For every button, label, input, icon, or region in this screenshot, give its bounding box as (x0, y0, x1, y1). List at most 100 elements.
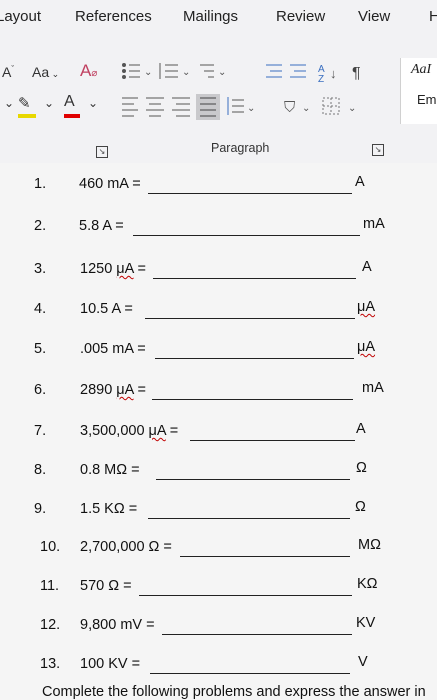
tab-help[interactable]: H (429, 8, 437, 25)
problem-row: 2. 5.8 A = mA (0, 214, 437, 244)
font-color-icon[interactable]: A (64, 93, 80, 118)
clear-formatting-icon[interactable]: A⌀ (80, 61, 97, 81)
numbering-icon (159, 63, 178, 79)
answer-blank-line[interactable] (180, 556, 350, 557)
text-effects-icon[interactable]: ⌄ (4, 96, 14, 110)
problem-number: 4. (34, 301, 47, 317)
expression-value: 2,700,000 Ω = (80, 539, 172, 555)
problem-expression: 100 KV = (80, 656, 140, 672)
answer-blank-line[interactable] (156, 479, 350, 480)
shading-icon: ⛉ (284, 99, 295, 116)
styles-gallery[interactable]: AaI Em (400, 58, 437, 124)
problem-row: 5. .005 mA = μA (0, 337, 437, 367)
answer-blank-line[interactable] (190, 440, 355, 441)
answer-unit: A (356, 421, 366, 437)
svg-text:⌄: ⌄ (302, 103, 310, 114)
expression-value: 570 Ω = (80, 578, 132, 594)
expression-value: 1.5 KΩ = (80, 501, 138, 517)
answer-unit: mA (363, 216, 385, 232)
instruction-text: Complete the following problems and expr… (42, 684, 426, 700)
problem-row: 8. 0.8 MΩ = Ω (0, 458, 437, 488)
problem-row: 7. 3,500,000 μA = A (0, 419, 437, 449)
expression-value: 2890 (80, 382, 117, 398)
change-case-button[interactable]: Aa ⌄ (32, 64, 59, 80)
answer-blank-line[interactable] (148, 518, 350, 519)
expression-value: 100 KV = (80, 656, 141, 672)
expression-value: .005 mA = (80, 341, 146, 357)
answer-blank-line[interactable] (145, 318, 355, 319)
answer-blank-line[interactable] (133, 235, 360, 236)
problem-row: 4. 10.5 A = μA (0, 297, 437, 327)
ribbon: Layout References Mailings Review View H… (0, 0, 437, 163)
answer-blank-line[interactable] (148, 193, 352, 194)
svg-text:⌄: ⌄ (348, 103, 356, 114)
font-dialog-launcher[interactable]: ↘ (96, 146, 108, 158)
answer-blank-line[interactable] (155, 358, 354, 359)
answer-unit: μA (357, 339, 376, 355)
problem-row: 13. 100 KV = V (0, 652, 437, 682)
paragraph-dialog-launcher[interactable]: ↘ (372, 144, 384, 156)
change-case-label: Aa (32, 64, 50, 80)
style-preview-1[interactable]: AaI (411, 62, 431, 78)
expression-value: 10.5 A = (80, 301, 133, 317)
grow-font-button[interactable]: Aˇ (2, 64, 14, 80)
tab-references[interactable]: References (75, 8, 152, 25)
expression-unit: μA (116, 261, 134, 277)
problem-expression: 1.5 KΩ = (80, 501, 137, 517)
svg-text:Z: Z (318, 74, 324, 84)
answer-blank-line[interactable] (153, 278, 356, 279)
highlight-icon[interactable]: ✎ (18, 94, 36, 118)
answer-unit: KV (356, 615, 376, 631)
expression-unit: μA (116, 382, 134, 398)
problem-row: 6. 2890 μA = mA (0, 378, 437, 408)
answer-unit: μA (357, 299, 376, 315)
svg-text:⌄: ⌄ (144, 67, 152, 78)
problem-number: 3. (34, 261, 47, 277)
borders-icon (322, 97, 340, 115)
decrease-indent-icon (266, 64, 282, 78)
problem-row: 11. 570 Ω = KΩ (0, 574, 437, 604)
answer-unit: mA (362, 380, 384, 396)
answer-blank-line[interactable] (152, 399, 353, 400)
problem-row: 12. 9,800 mV = KV (0, 613, 437, 643)
problem-row: 3. 1250 μA = A (0, 257, 437, 287)
expression-equals: = (133, 382, 147, 398)
svg-text:⌄: ⌄ (247, 103, 255, 114)
svg-text:⌄: ⌄ (218, 67, 226, 78)
problem-expression: 3,500,000 μA = (80, 423, 178, 439)
problem-expression: 5.8 A = (79, 218, 124, 234)
tab-review[interactable]: Review (276, 8, 325, 25)
problem-expression: 570 Ω = (80, 578, 132, 594)
problem-row: 10. 2,700,000 Ω = MΩ (0, 535, 437, 565)
answer-blank-line[interactable] (150, 673, 350, 674)
problem-number: 5. (34, 341, 47, 357)
expression-value: 1250 (80, 261, 117, 277)
paragraph-group-label: Paragraph (211, 141, 270, 155)
expression-value: 0.8 MΩ = (80, 462, 140, 478)
problem-number: 2. (34, 218, 47, 234)
multilevel-list-icon (200, 64, 214, 78)
problem-number: 9. (34, 501, 47, 517)
style-preview-2[interactable]: Em (417, 92, 437, 107)
expression-value: 9,800 mV = (80, 617, 155, 633)
problem-row: 1. 460 mA = A (0, 172, 437, 202)
problem-number: 13. (40, 656, 61, 672)
answer-blank-line[interactable] (162, 634, 352, 635)
tab-view[interactable]: View (358, 8, 390, 25)
expression-value: 460 mA = (79, 176, 141, 192)
problem-number: 6. (34, 382, 47, 398)
problem-number: 8. (34, 462, 47, 478)
tab-layout[interactable]: Layout (0, 8, 41, 25)
tab-mailings[interactable]: Mailings (183, 8, 238, 25)
problem-expression: 0.8 MΩ = (80, 462, 140, 478)
problem-number: 7. (34, 423, 47, 439)
bullets-icon (122, 63, 140, 79)
answer-unit: A (362, 259, 372, 275)
problem-expression: 2890 μA = (80, 382, 146, 398)
align-center-icon (146, 97, 164, 117)
expression-value: 3,500,000 (80, 423, 149, 439)
problem-row: 9. 1.5 KΩ = Ω (0, 497, 437, 527)
svg-text:⌄: ⌄ (182, 67, 190, 78)
answer-unit: Ω (355, 499, 366, 515)
answer-blank-line[interactable] (139, 595, 352, 596)
